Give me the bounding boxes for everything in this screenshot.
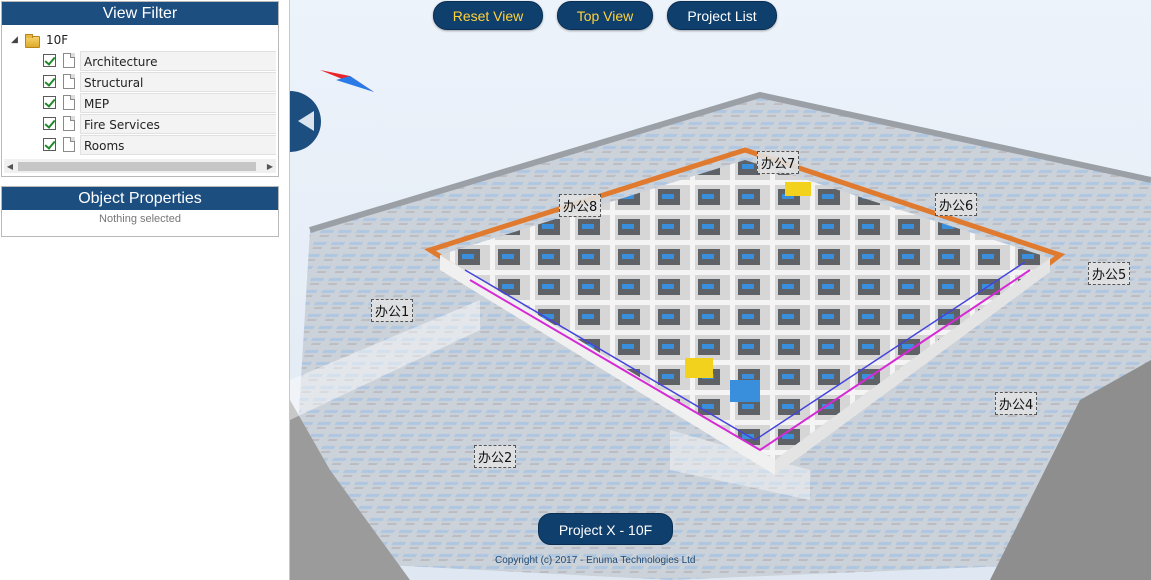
tree-item-label[interactable]: MEP <box>80 92 276 113</box>
view-filter-title: View Filter <box>2 2 278 25</box>
3d-viewport[interactable]: Reset View Top View Project List 办公1 办公2… <box>290 0 1151 580</box>
layer-tree: ◢ 10F Architecture Structural MEP Fire S… <box>2 25 278 155</box>
tree-item-architecture[interactable]: Architecture <box>2 50 278 71</box>
document-icon <box>63 53 75 68</box>
room-label-4[interactable]: 办公4 <box>995 392 1038 415</box>
project-title-button[interactable]: Project X - 10F <box>538 513 673 545</box>
room-label-5[interactable]: 办公5 <box>1088 262 1131 285</box>
scroll-right-icon[interactable]: ▶ <box>264 162 276 171</box>
bim-viewer-app: View Filter ◢ 10F Architecture Structura… <box>0 0 1151 580</box>
building-model-render[interactable] <box>290 0 1151 580</box>
room-label-7[interactable]: 办公7 <box>757 151 800 174</box>
tree-root-label: 10F <box>46 33 69 47</box>
architecture-checkbox[interactable] <box>43 54 56 67</box>
tree-root-10f[interactable]: ◢ 10F <box>2 30 278 50</box>
room-label-1[interactable]: 办公1 <box>371 299 414 322</box>
scroll-left-icon[interactable]: ◀ <box>4 162 16 171</box>
scrollbar-thumb[interactable] <box>18 161 256 171</box>
room-label-8[interactable]: 办公8 <box>559 194 602 217</box>
copyright-text: Copyright (c) 2017 - Enuma Technologies … <box>495 555 696 566</box>
folder-icon <box>25 34 40 48</box>
collapse-panel-button[interactable] <box>290 91 321 152</box>
view-filter-panel: View Filter ◢ 10F Architecture Structura… <box>1 1 279 177</box>
document-icon <box>63 116 75 131</box>
object-properties-status: Nothing selected <box>99 213 181 225</box>
document-icon <box>63 74 75 89</box>
tree-item-label[interactable]: Structural <box>80 71 276 92</box>
tree-item-fire-services[interactable]: Fire Services <box>2 113 278 134</box>
horizontal-scrollbar[interactable]: ◀ ▶ <box>4 159 276 173</box>
project-list-button[interactable]: Project List <box>667 1 777 30</box>
room-label-2[interactable]: 办公2 <box>474 445 517 468</box>
tree-item-label[interactable]: Rooms <box>80 134 276 155</box>
object-properties-title: Object Properties <box>2 187 278 210</box>
document-icon <box>63 95 75 110</box>
document-icon <box>63 137 75 152</box>
collapse-left-icon[interactable] <box>290 91 321 152</box>
room-label-6[interactable]: 办公6 <box>935 193 978 216</box>
reset-view-button[interactable]: Reset View <box>433 1 543 30</box>
left-panel: View Filter ◢ 10F Architecture Structura… <box>0 0 290 580</box>
tree-item-label[interactable]: Architecture <box>80 50 276 71</box>
collapse-triangle-icon[interactable]: ◢ <box>11 35 25 45</box>
rooms-checkbox[interactable] <box>43 138 56 151</box>
tree-item-mep[interactable]: MEP <box>2 92 278 113</box>
object-properties-panel: Object Properties Nothing selected <box>1 186 279 237</box>
mep-checkbox[interactable] <box>43 96 56 109</box>
top-view-button[interactable]: Top View <box>557 1 653 30</box>
tree-item-rooms[interactable]: Rooms <box>2 134 278 155</box>
structural-checkbox[interactable] <box>43 75 56 88</box>
fire-services-checkbox[interactable] <box>43 117 56 130</box>
tree-item-structural[interactable]: Structural <box>2 71 278 92</box>
tree-item-label[interactable]: Fire Services <box>80 113 276 134</box>
